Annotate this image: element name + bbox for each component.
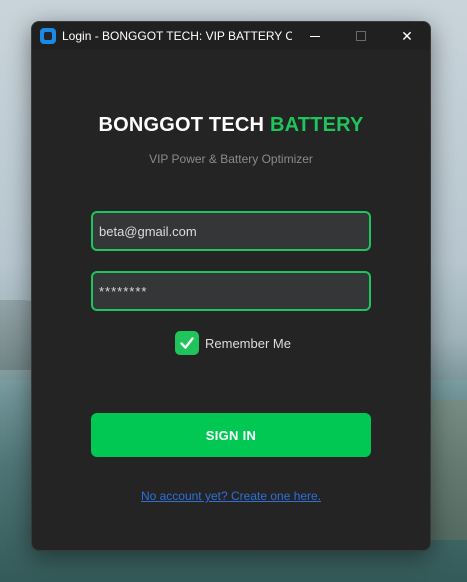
desktop-rocks bbox=[427, 400, 467, 540]
login-window: Login - BONGGOT TECH: VIP BATTERY OP... … bbox=[31, 21, 431, 551]
brand-subtitle: VIP Power & Battery Optimizer bbox=[149, 152, 313, 166]
brand-title-main: BONGGOT TECH bbox=[98, 114, 265, 136]
brand-title: BONGGOT TECH BATTERY bbox=[32, 114, 430, 137]
remember-me-row[interactable]: Remember Me bbox=[175, 331, 291, 355]
app-icon bbox=[40, 28, 56, 44]
window-controls: ✕ bbox=[292, 22, 430, 50]
window-title: Login - BONGGOT TECH: VIP BATTERY OP... bbox=[62, 29, 292, 43]
login-form: BONGGOT TECH BATTERY VIP Power & Battery… bbox=[32, 50, 430, 550]
create-account-link[interactable]: No account yet? Create one here. bbox=[32, 489, 430, 503]
close-icon: ✕ bbox=[401, 27, 413, 44]
maximize-icon bbox=[356, 31, 366, 41]
sign-in-button[interactable]: SIGN IN bbox=[91, 413, 371, 457]
minimize-button[interactable] bbox=[292, 22, 338, 50]
remember-me-label: Remember Me bbox=[205, 335, 291, 351]
checkmark-icon bbox=[180, 337, 194, 349]
close-button[interactable]: ✕ bbox=[384, 22, 430, 50]
password-field[interactable] bbox=[91, 271, 371, 311]
remember-me-checkbox[interactable] bbox=[175, 331, 199, 355]
minimize-icon bbox=[310, 35, 320, 37]
email-field[interactable] bbox=[91, 211, 371, 251]
brand-title-accent: BATTERY bbox=[269, 114, 364, 136]
title-bar[interactable]: Login - BONGGOT TECH: VIP BATTERY OP... … bbox=[32, 22, 430, 50]
maximize-button[interactable] bbox=[338, 22, 384, 50]
